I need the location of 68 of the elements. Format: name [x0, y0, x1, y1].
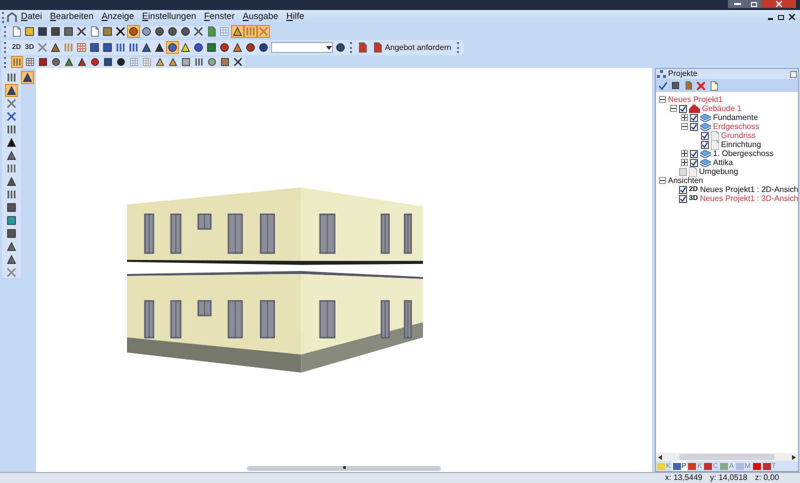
- color-swatch-icon[interactable]: [206, 42, 217, 53]
- checkbox[interactable]: [690, 122, 698, 130]
- combo-field[interactable]: [270, 42, 333, 53]
- expand-toggle[interactable]: [670, 105, 677, 112]
- coordinate-readout: z: 0,00: [755, 474, 780, 482]
- checkmark-icon[interactable]: [659, 82, 667, 90]
- scroll-left-icon[interactable]: [658, 454, 662, 460]
- expand-toggle[interactable]: [681, 114, 688, 121]
- checkbox[interactable]: [690, 158, 698, 166]
- tree-item[interactable]: Fundamente: [713, 114, 758, 122]
- tree-item[interactable]: Gebäude 1: [702, 104, 742, 112]
- color-grid-icon[interactable]: [76, 42, 87, 53]
- tree-item[interactable]: Neues Projekt1 : 2D-Ansich: [700, 186, 798, 194]
- expand-toggle[interactable]: [659, 177, 666, 184]
- coordinate-readout: x: 13,5449: [665, 474, 704, 482]
- menu-item[interactable]: Einstellungen: [138, 10, 200, 24]
- tree-item[interactable]: Attika: [713, 158, 734, 166]
- network-icon: [657, 70, 666, 78]
- checkbox[interactable]: [679, 168, 687, 176]
- tree-item[interactable]: Umgebung: [699, 168, 738, 176]
- menu-item[interactable]: Bearbeiten: [46, 10, 98, 24]
- checkbox[interactable]: [690, 114, 698, 122]
- checkbox[interactable]: [679, 104, 687, 112]
- expand-toggle[interactable]: [681, 159, 688, 166]
- expand-toggle[interactable]: [681, 123, 688, 130]
- new-sheet-icon[interactable]: [709, 80, 719, 90]
- horizontal-scrollbar[interactable]: [247, 466, 441, 471]
- tree-item[interactable]: Einrichtung: [721, 140, 762, 148]
- tree-item[interactable]: 1. Obergeschoss: [713, 150, 774, 158]
- sphere-icon[interactable]: [207, 57, 217, 67]
- dropdown-arrow-icon[interactable]: [326, 46, 332, 50]
- panel-tab[interactable]: [752, 461, 762, 471]
- quote-button[interactable]: Angebot anfordern: [370, 42, 454, 54]
- coordinate-readout: y: 14,0518: [710, 474, 748, 482]
- checkbox[interactable]: [701, 132, 709, 140]
- horizontal-scrollbar[interactable]: [656, 453, 798, 461]
- copy-icon[interactable]: [89, 26, 100, 37]
- tree-item[interactable]: Neues Projekt1 : 3D-Ansich: [700, 194, 798, 202]
- sphere-icon[interactable]: [166, 42, 178, 53]
- scroll-right-icon[interactable]: [792, 454, 796, 460]
- 3d-canvas[interactable]: [36, 68, 652, 472]
- menu-item[interactable]: Ausgabe: [238, 10, 282, 24]
- menu-item[interactable]: Hilfe: [282, 10, 308, 24]
- sheet-icon: [689, 166, 697, 176]
- expand-toggle[interactable]: [659, 96, 666, 103]
- pin-icon[interactable]: [790, 70, 797, 78]
- tree-item[interactable]: Erdgeschoss: [713, 122, 760, 130]
- app-logo-icon: [7, 12, 17, 22]
- checkbox[interactable]: [679, 186, 687, 194]
- tree-item[interactable]: Ansichten: [668, 176, 704, 184]
- new-document-icon[interactable]: [11, 26, 22, 37]
- restore-icon[interactable]: [778, 14, 784, 20]
- close-icon[interactable]: [762, 0, 796, 8]
- tree-item[interactable]: Grundriss: [721, 132, 756, 140]
- delete-icon[interactable]: [115, 26, 126, 37]
- tree-item[interactable]: Neues Projekt1: [668, 96, 723, 104]
- minimize-icon[interactable]: [728, 0, 746, 8]
- checkbox[interactable]: [690, 150, 698, 158]
- menu-item[interactable]: Anzeige: [98, 10, 138, 24]
- expand-toggle[interactable]: [681, 150, 688, 157]
- maximize-icon[interactable]: [746, 0, 762, 8]
- menu-item[interactable]: Datei: [17, 10, 46, 24]
- close-icon[interactable]: [789, 14, 795, 20]
- checkbox[interactable]: [679, 194, 687, 202]
- table-icon[interactable]: [25, 57, 35, 67]
- checkbox[interactable]: [701, 140, 709, 148]
- menu-item[interactable]: Fenster: [200, 10, 239, 24]
- panel-title: Projekte: [668, 70, 698, 78]
